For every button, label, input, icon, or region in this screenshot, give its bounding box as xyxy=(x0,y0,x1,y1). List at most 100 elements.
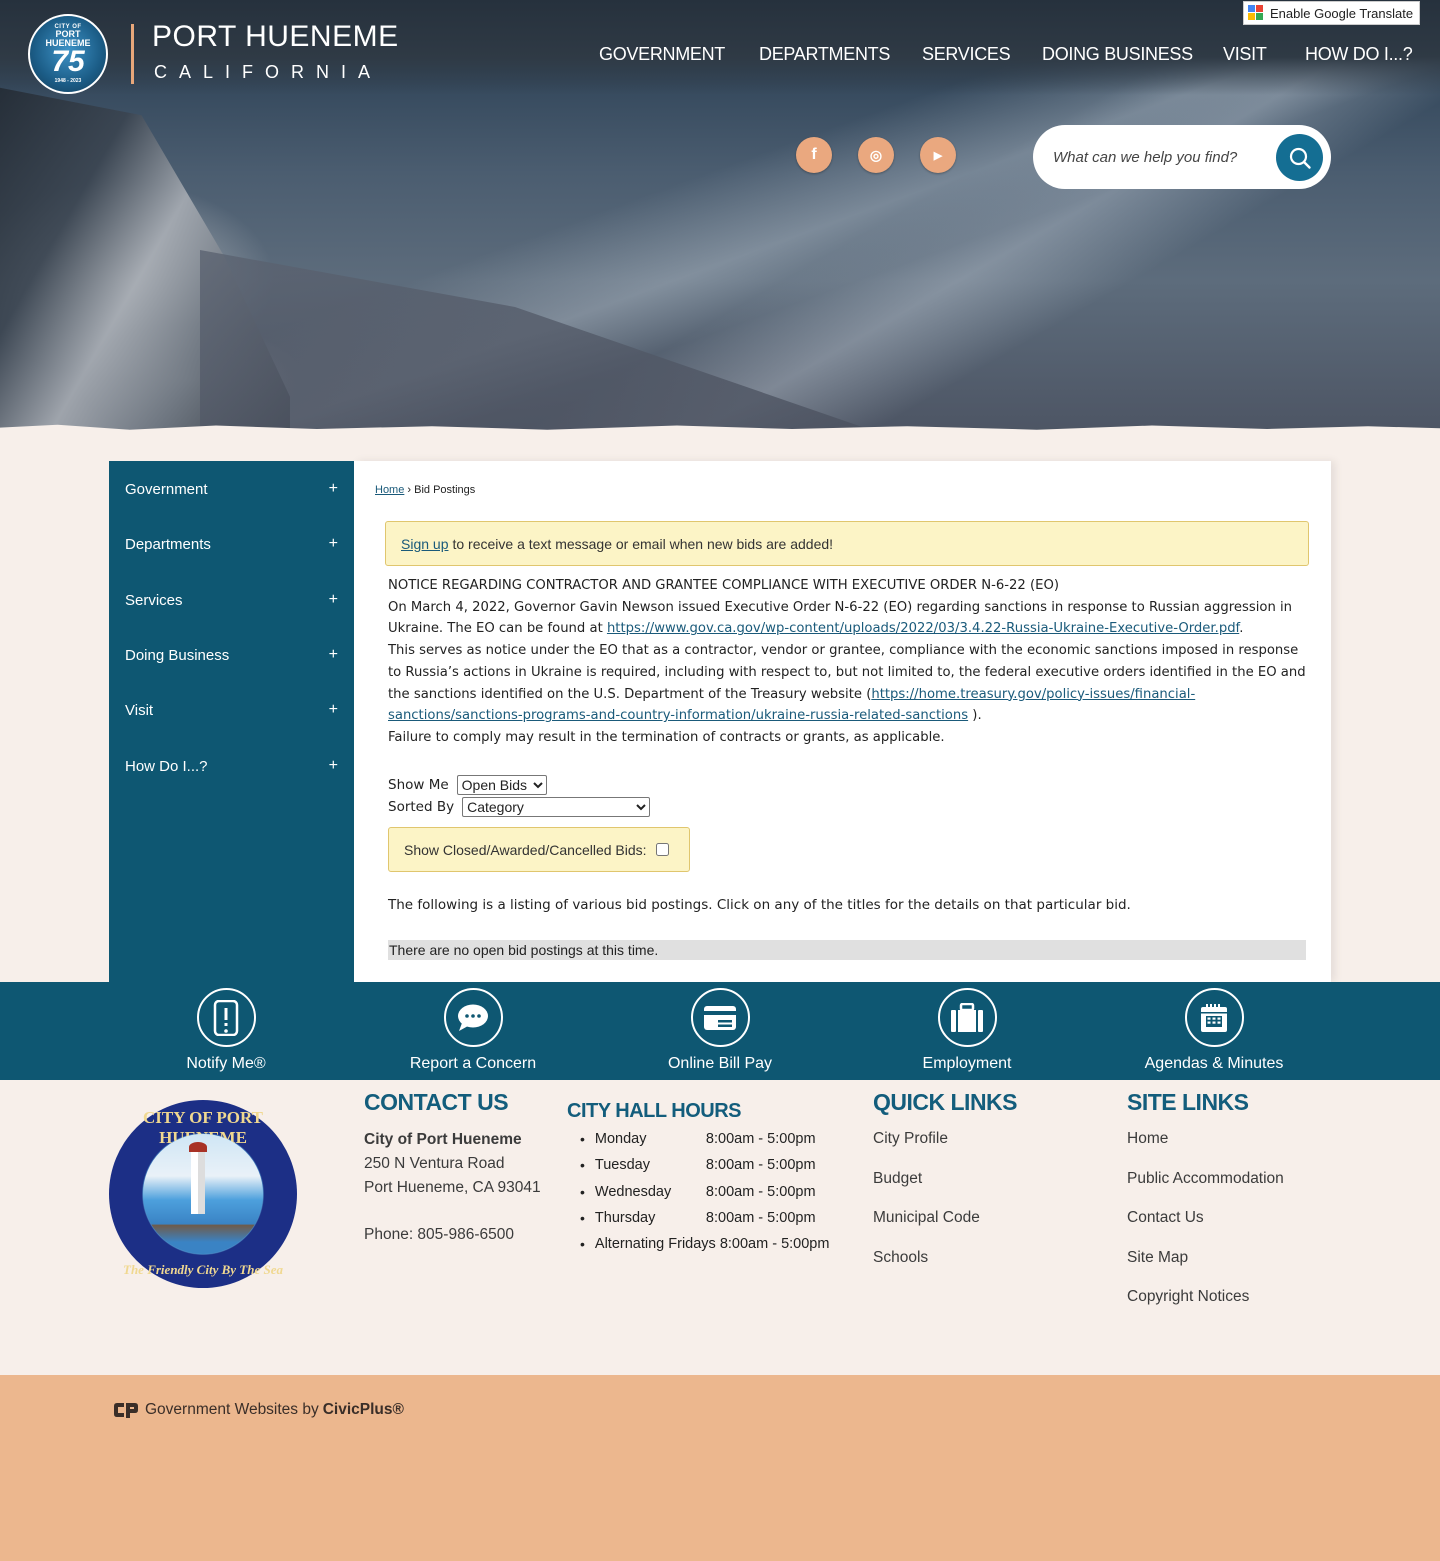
notice-title: NOTICE REGARDING CONTRACTOR AND GRANTEE … xyxy=(388,578,1059,593)
search-button[interactable] xyxy=(1276,134,1323,181)
hours-heading: CITY HALL HOURS xyxy=(567,1100,742,1122)
contact-heading: CONTACT US xyxy=(364,1089,509,1115)
hours-row: Wednesday8:00am - 5:00pm xyxy=(580,1179,829,1205)
quick-link-agendas-minutes[interactable]: Agendas & Minutes xyxy=(1114,988,1314,1073)
search-form xyxy=(1033,125,1331,189)
nav-doing-business[interactable]: DOING BUSINESS xyxy=(1042,44,1193,65)
search-input[interactable] xyxy=(1053,148,1263,166)
notice-paragraph-1: On March 4, 2022, Governor Gavin Newson … xyxy=(388,599,1293,637)
contact-address-1: 250 N Ventura Road xyxy=(364,1155,505,1172)
nav-government[interactable]: GOVERNMENT xyxy=(599,44,725,65)
bid-filters: Show Me Open Bids Sorted By Category xyxy=(388,774,651,818)
quick-link-notify-me[interactable]: Notify Me® xyxy=(126,988,326,1073)
expand-icon[interactable]: + xyxy=(329,646,338,664)
footer-link-schools[interactable]: Schools xyxy=(873,1249,928,1266)
notice-paragraph-2: This serves as notice under the EO that … xyxy=(388,643,1306,724)
youtube-icon: ▶ xyxy=(933,149,943,162)
show-me-select[interactable]: Open Bids xyxy=(456,775,547,795)
footer-link-contact-us[interactable]: Contact Us xyxy=(1127,1209,1204,1226)
nav-how-do-i[interactable]: HOW DO I...? xyxy=(1305,44,1413,65)
hero-header: CITY OF PORT HUENEME 75 1948 - 2023 PORT… xyxy=(0,0,1440,432)
city-seal: CITY OF PORT HUENEME The Friendly City B… xyxy=(109,1100,297,1288)
footer-bottom-bar: Government Websites by CivicPlus® xyxy=(0,1375,1440,1561)
executive-order-notice: NOTICE REGARDING CONTRACTOR AND GRANTEE … xyxy=(388,575,1313,749)
closed-bids-label: Show Closed/Awarded/Cancelled Bids: xyxy=(404,841,647,858)
eo-link[interactable]: https://www.gov.ca.gov/wp-content/upload… xyxy=(607,621,1239,636)
civicplus-logo-icon xyxy=(114,1403,138,1418)
sorted-by-select[interactable]: Category xyxy=(462,797,651,817)
footer-link-public-accommodation[interactable]: Public Accommodation xyxy=(1127,1170,1284,1187)
expand-icon[interactable]: + xyxy=(329,591,338,609)
google-translate-icon xyxy=(1248,5,1264,21)
listing-intro: The following is a listing of various bi… xyxy=(388,897,1131,913)
sidebar-item-services[interactable]: Services + xyxy=(109,580,354,620)
hero-background-beach xyxy=(200,250,900,432)
sidebar-item-doing-business[interactable]: Doing Business + xyxy=(109,635,354,675)
breadcrumb-separator: › xyxy=(407,484,412,496)
quick-links-heading: QUICK LINKS xyxy=(873,1089,1018,1115)
lighthouse-icon xyxy=(189,1142,207,1214)
expand-icon[interactable]: + xyxy=(329,535,338,553)
breadcrumb-current: Bid Postings xyxy=(414,484,476,496)
hours-row: Monday8:00am - 5:00pm xyxy=(580,1126,829,1152)
contact-phone: Phone: 805-986-6500 xyxy=(364,1226,514,1243)
chat-bubble-icon xyxy=(458,1004,488,1031)
nav-departments[interactable]: DEPARTMENTS xyxy=(759,44,890,65)
signup-link[interactable]: Sign up xyxy=(401,536,448,552)
sidebar-item-how-do-i[interactable]: How Do I...? + xyxy=(109,746,354,786)
nav-visit[interactable]: VISIT xyxy=(1223,44,1267,65)
credit-card-icon xyxy=(704,1005,736,1030)
sidebar-item-departments[interactable]: Departments + xyxy=(109,524,354,564)
closed-bids-toggle: Show Closed/Awarded/Cancelled Bids: xyxy=(388,827,690,872)
facebook-icon: f xyxy=(811,146,817,163)
footer-link-budget[interactable]: Budget xyxy=(873,1170,922,1187)
contact-address-2: Port Hueneme, CA 93041 xyxy=(364,1179,541,1196)
civicplus-link[interactable]: Government Websites by CivicPlus® xyxy=(112,1401,404,1419)
signup-notice: Sign up to receive a text message or ema… xyxy=(385,521,1309,566)
quick-link-online-bill-pay[interactable]: Online Bill Pay xyxy=(620,988,820,1073)
contact-org: City of Port Hueneme xyxy=(364,1131,522,1148)
seal-lighthouse-scene xyxy=(143,1134,263,1254)
breadcrumb-home-link[interactable]: Home xyxy=(375,484,404,496)
expand-icon[interactable]: + xyxy=(329,757,338,775)
main-content: Home › Bid Postings Sign up to receive a… xyxy=(354,461,1331,982)
sorted-by-label: Sorted By xyxy=(388,799,455,815)
city-hall-hours: Monday8:00am - 5:00pm Tuesday8:00am - 5:… xyxy=(580,1126,830,1257)
expand-icon[interactable]: + xyxy=(329,701,338,719)
closed-bids-checkbox[interactable] xyxy=(655,843,669,856)
footer-link-home[interactable]: Home xyxy=(1127,1130,1168,1147)
main-nav: GOVERNMENT DEPARTMENTS SERVICES DOING BU… xyxy=(0,44,1440,68)
briefcase-icon xyxy=(951,1002,983,1032)
footer-link-site-map[interactable]: Site Map xyxy=(1127,1249,1188,1266)
site-links-list: Home Public Accommodation Contact Us Sit… xyxy=(1127,1130,1284,1328)
hours-row: Thursday8:00am - 5:00pm xyxy=(580,1205,829,1231)
instagram-icon: ◎ xyxy=(869,146,883,163)
contact-info: City of Port Hueneme 250 N Ventura Road … xyxy=(364,1128,541,1247)
notice-paragraph-3: Failure to comply may result in the term… xyxy=(388,729,945,745)
sidebar-item-government[interactable]: Government + xyxy=(109,469,354,509)
show-me-label: Show Me xyxy=(388,777,449,793)
hours-row: Tuesday8:00am - 5:00pm xyxy=(580,1152,829,1178)
footer-link-municipal-code[interactable]: Municipal Code xyxy=(873,1209,980,1226)
youtube-link[interactable]: ▶ xyxy=(920,137,956,173)
quick-link-report-concern[interactable]: Report a Concern xyxy=(373,988,573,1073)
quick-links-bar: Notify Me® Report a Concern Online Bill … xyxy=(0,982,1440,1080)
hours-row: Alternating Fridays 8:00am - 5:00pm xyxy=(580,1231,830,1257)
calendar-icon xyxy=(1201,1003,1227,1032)
search-icon xyxy=(1289,147,1311,169)
quick-link-employment[interactable]: Employment xyxy=(867,988,1067,1073)
quick-links-list: City Profile Budget Municipal Code Schoo… xyxy=(873,1130,980,1288)
nav-services[interactable]: SERVICES xyxy=(922,44,1011,65)
google-translate-button[interactable]: Enable Google Translate xyxy=(1243,1,1420,25)
footer-link-copyright-notices[interactable]: Copyright Notices xyxy=(1127,1288,1249,1305)
empty-state-message: There are no open bid postings at this t… xyxy=(388,940,1306,960)
instagram-link[interactable]: ◎ xyxy=(858,137,894,173)
footer-link-city-profile[interactable]: City Profile xyxy=(873,1130,948,1147)
facebook-link[interactable]: f xyxy=(796,137,832,173)
expand-icon[interactable]: + xyxy=(329,480,338,498)
sidebar-item-visit[interactable]: Visit + xyxy=(109,690,354,730)
sidebar-nav: Government + Departments + Services + Do… xyxy=(109,461,354,982)
phone-alert-icon xyxy=(213,999,239,1036)
breadcrumb: Home › Bid Postings xyxy=(375,484,475,496)
site-links-heading: SITE LINKS xyxy=(1127,1089,1249,1115)
